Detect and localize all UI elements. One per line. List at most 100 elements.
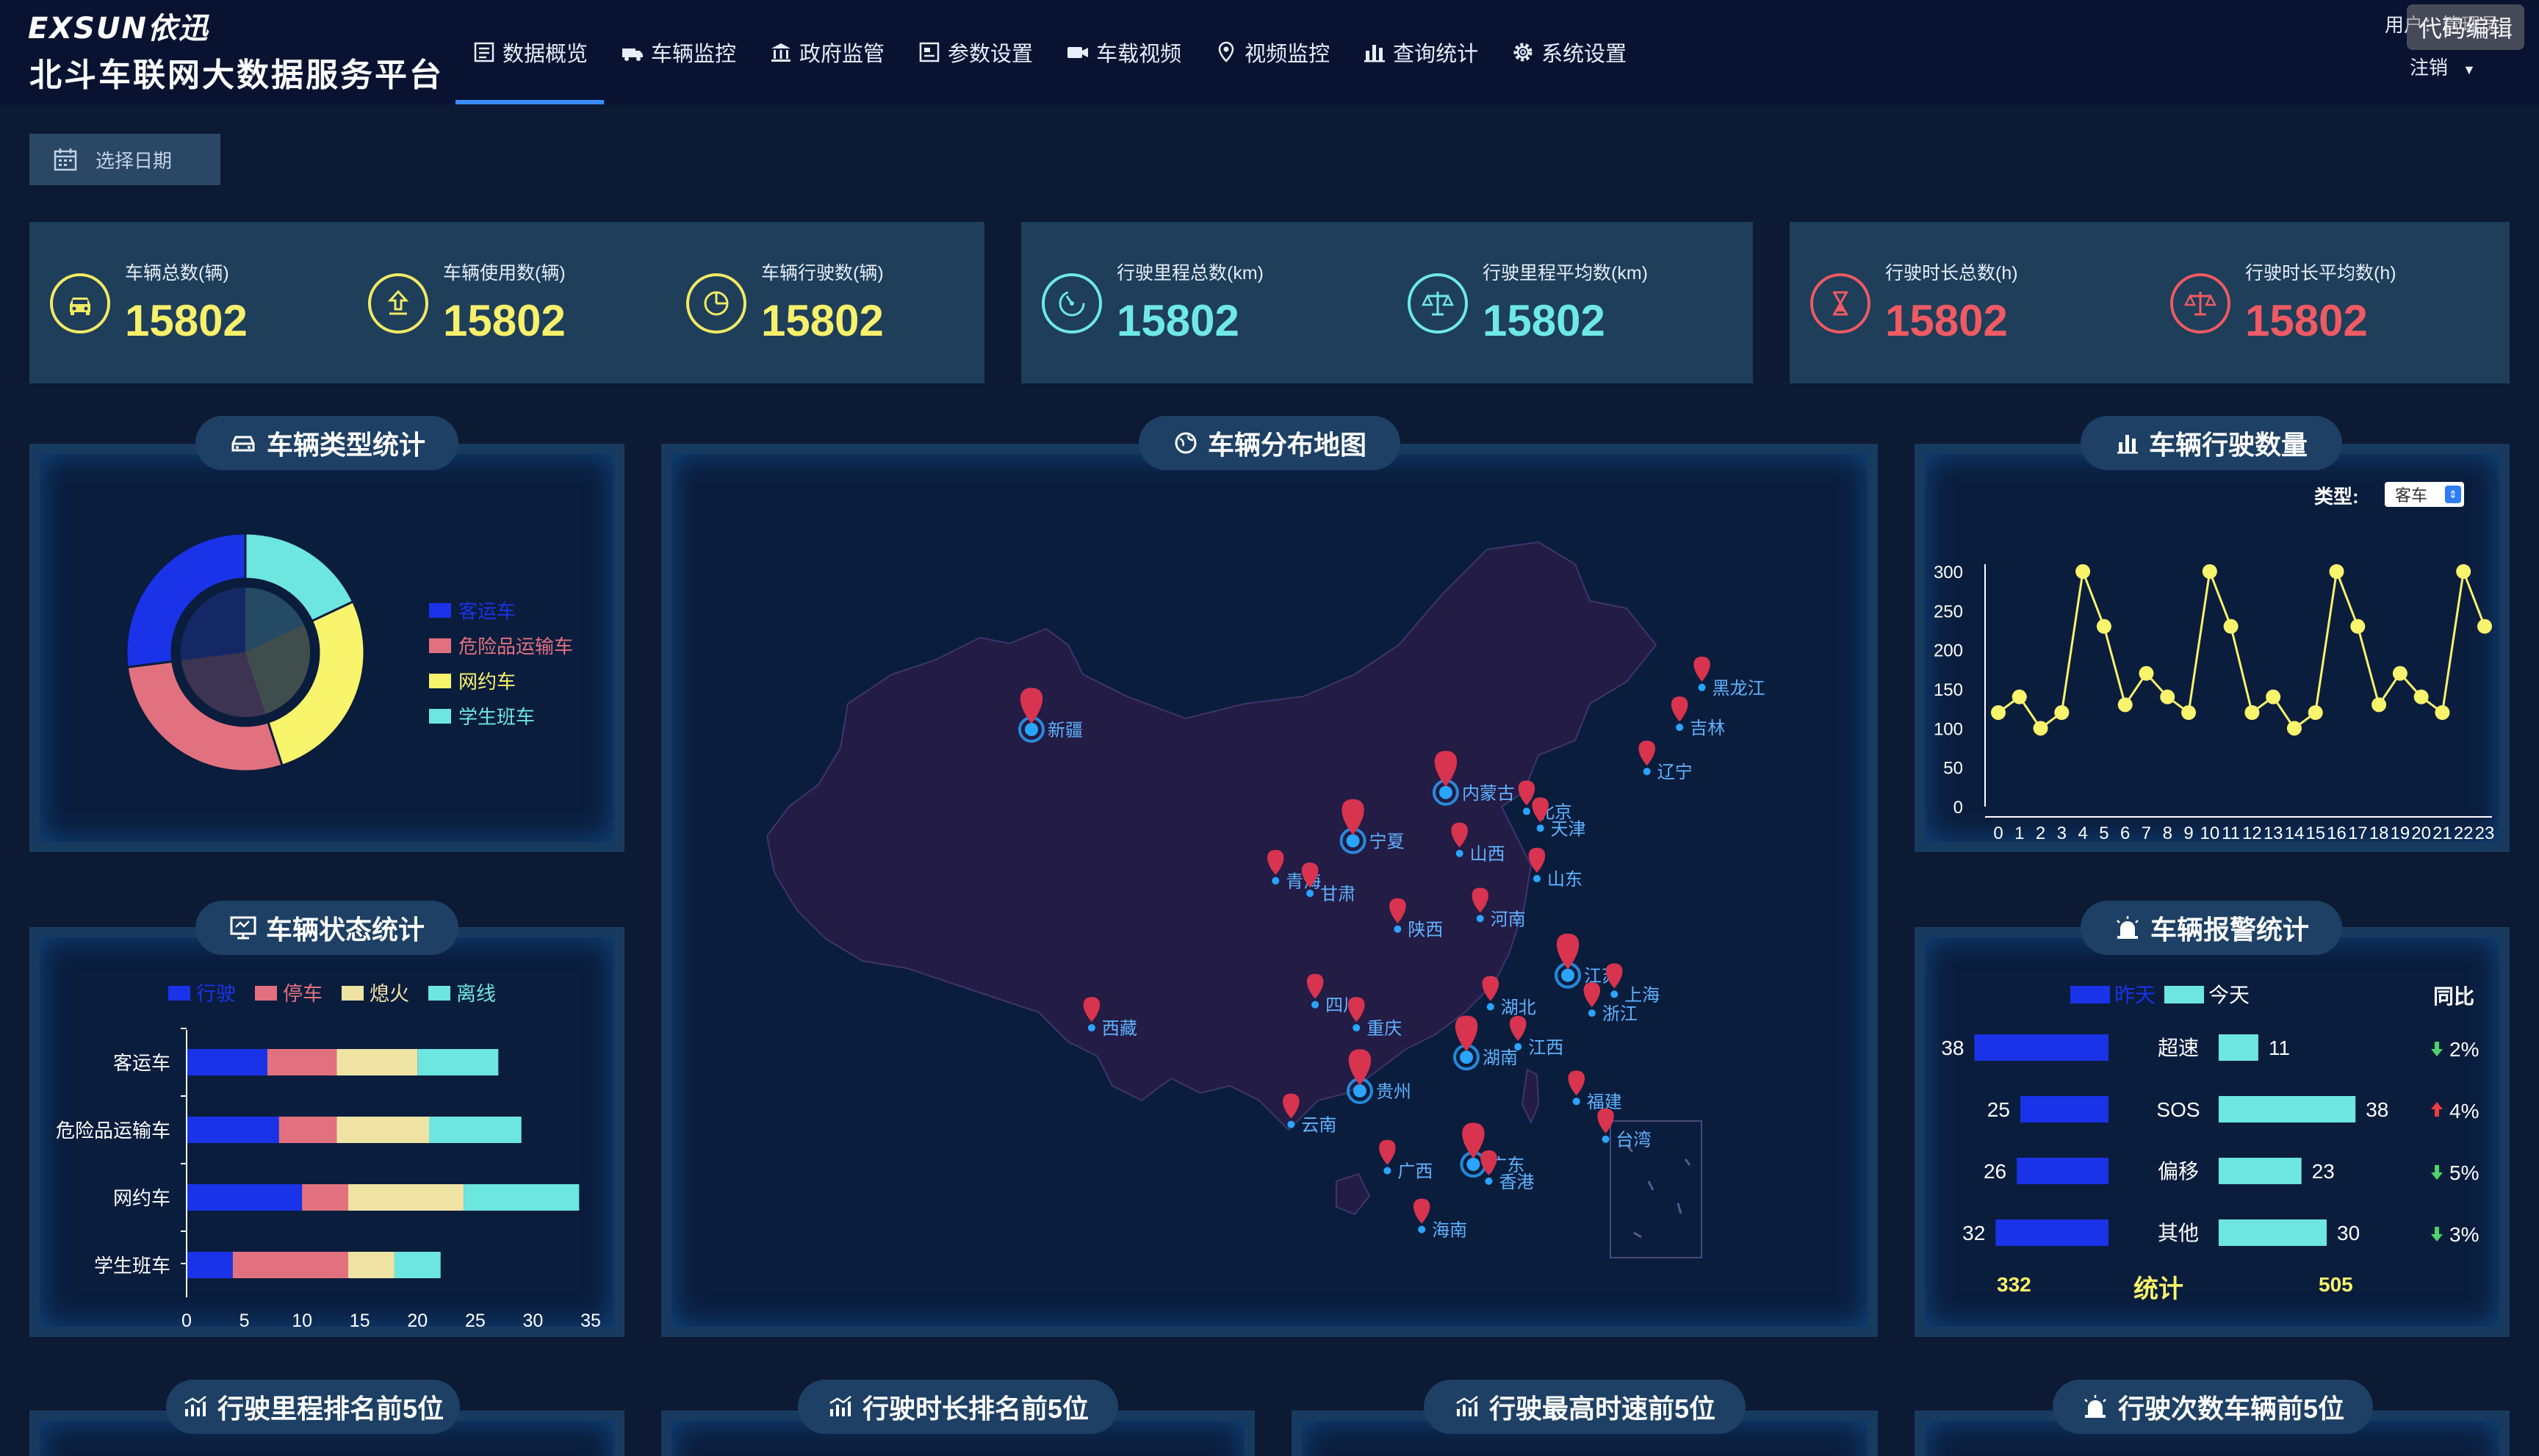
- data-point[interactable]: [2139, 666, 2154, 681]
- bar-segment[interactable]: [187, 1252, 233, 1278]
- data-point[interactable]: [2096, 619, 2111, 634]
- map-pin-icon: [1518, 780, 1535, 806]
- map-marker-27[interactable]: 广西: [1379, 1139, 1433, 1182]
- location-dot: [1536, 824, 1544, 832]
- nav-item-parameter-settings[interactable]: 参数设置: [901, 0, 1049, 104]
- province-label: 香港: [1499, 1172, 1534, 1192]
- legend-item[interactable]: 危险品运输车: [429, 632, 573, 659]
- nav-item-gov-supervision[interactable]: 政府监管: [752, 0, 901, 104]
- panel-title-text: 车辆类型统计: [266, 430, 425, 460]
- bar-today[interactable]: [2219, 1096, 2356, 1122]
- bar-segment[interactable]: [348, 1184, 464, 1211]
- data-point[interactable]: [2033, 721, 2048, 736]
- map-marker-26[interactable]: 台湾: [1597, 1108, 1652, 1150]
- data-point[interactable]: [2329, 564, 2344, 579]
- bar-segment[interactable]: [187, 1049, 267, 1075]
- bar-segment[interactable]: [464, 1184, 580, 1211]
- nav-item-query-statistics[interactable]: 查询统计: [1346, 0, 1494, 104]
- alarm-siren-icon: [2084, 1395, 2106, 1418]
- bar-segment[interactable]: [336, 1117, 429, 1143]
- china-vehicle-distribution-map[interactable]: 新疆西藏青海甘肃宁夏内蒙古黑龙江吉林辽宁北京天津山西山东陕西河南四川重庆湖北江苏…: [671, 454, 1868, 1327]
- date-picker[interactable]: 选择日期: [29, 134, 220, 185]
- map-marker-17[interactable]: 湖北: [1482, 976, 1536, 1018]
- data-point[interactable]: [2223, 619, 2239, 634]
- trend-chart-icon: [829, 1396, 851, 1416]
- x-tick-label: 14: [2285, 823, 2305, 842]
- legend-item[interactable]: 学生班车: [429, 702, 535, 729]
- bar-segment[interactable]: [417, 1049, 499, 1075]
- nav-item-video-monitor[interactable]: 视频监控: [1198, 0, 1346, 104]
- nav-item-system-settings[interactable]: 系统设置: [1494, 0, 1643, 104]
- data-point[interactable]: [2266, 689, 2281, 704]
- data-point[interactable]: [2181, 705, 2197, 720]
- arrow-up-icon: [2431, 1102, 2443, 1117]
- data-point[interactable]: [2456, 564, 2471, 579]
- legend-item[interactable]: 客运车: [429, 597, 516, 624]
- map-marker-7[interactable]: 吉林: [1671, 696, 1725, 738]
- bar-segment[interactable]: [278, 1117, 337, 1143]
- stat-total-mileage: 行驶里程总数(km) 15802: [1021, 222, 1387, 383]
- nav-item-overview[interactable]: 数据概览: [455, 0, 605, 104]
- map-marker-8[interactable]: 辽宁: [1638, 740, 1693, 782]
- x-tick-label: 4: [2078, 823, 2087, 842]
- map-pin-icon: [1482, 976, 1499, 1001]
- data-point[interactable]: [2477, 619, 2492, 634]
- data-point[interactable]: [2392, 666, 2407, 681]
- data-point[interactable]: [2012, 689, 2027, 704]
- legend-label: 今天: [2208, 984, 2250, 1006]
- pie-clock-icon: [686, 273, 746, 334]
- data-point[interactable]: [2202, 564, 2217, 579]
- bar-yesterday[interactable]: [2020, 1096, 2108, 1122]
- province-label: 新疆: [1048, 721, 1083, 740]
- data-point[interactable]: [2308, 705, 2323, 720]
- legend-item[interactable]: 网约车: [429, 667, 516, 694]
- data-point[interactable]: [2413, 689, 2429, 704]
- logout-dropdown[interactable]: 注销 ▼: [2410, 53, 2476, 80]
- map-marker-30[interactable]: 海南: [1413, 1198, 1467, 1241]
- category-label: SOS: [2156, 1098, 2200, 1121]
- map-marker-19[interactable]: 上海: [1606, 963, 1660, 1005]
- bar-segment[interactable]: [429, 1117, 522, 1143]
- data-point[interactable]: [2350, 619, 2366, 634]
- map-marker-12[interactable]: 山东: [1528, 848, 1582, 890]
- legend-swatch: [168, 986, 190, 1001]
- map-marker-21[interactable]: 湖南: [1453, 1015, 1518, 1071]
- data-point[interactable]: [2371, 697, 2387, 713]
- vehicle-type-select[interactable]: 客车 ⇕: [2385, 482, 2464, 507]
- map-marker-25[interactable]: 福建: [1568, 1070, 1622, 1112]
- vehicle-type-panel: 客运车 危险品运输车 网约车 学生班车: [29, 444, 624, 852]
- data-point[interactable]: [2117, 697, 2133, 713]
- yoy-value: 4%: [2449, 1100, 2479, 1122]
- data-point[interactable]: [2160, 689, 2175, 704]
- bar-segment[interactable]: [187, 1184, 303, 1211]
- bar-segment[interactable]: [232, 1252, 348, 1278]
- data-point[interactable]: [2054, 705, 2070, 720]
- bar-segment[interactable]: [336, 1049, 418, 1075]
- y-tick-label: 0: [1953, 798, 1963, 818]
- monitor-icon: [230, 916, 256, 940]
- panel-title-text: 行驶次数车辆前5位: [2117, 1394, 2345, 1424]
- bar-today[interactable]: [2219, 1158, 2302, 1184]
- stat-card-mileage: 行驶里程总数(km) 15802 行驶里程平均数(km) 15802: [1021, 222, 1753, 383]
- bar-segment[interactable]: [302, 1184, 348, 1211]
- map-pin-icon: [1671, 696, 1688, 722]
- nav-item-vehicle-video[interactable]: 车载视频: [1049, 0, 1198, 104]
- bar-yesterday[interactable]: [1995, 1219, 2108, 1246]
- bar-today[interactable]: [2219, 1219, 2327, 1246]
- data-point[interactable]: [2286, 721, 2302, 736]
- bar-yesterday[interactable]: [1974, 1034, 2108, 1061]
- data-point[interactable]: [1991, 705, 2006, 720]
- bar-today[interactable]: [2219, 1034, 2258, 1061]
- bar-yesterday[interactable]: [2017, 1158, 2108, 1184]
- bar-segment[interactable]: [394, 1252, 441, 1278]
- bar-segment[interactable]: [187, 1117, 279, 1143]
- data-point[interactable]: [2435, 705, 2450, 720]
- bar-segment[interactable]: [267, 1049, 337, 1075]
- data-point[interactable]: [2075, 564, 2091, 579]
- pulse-dot: [1346, 834, 1360, 848]
- legend-label: 危险品运输车: [458, 635, 574, 657]
- bar-segment[interactable]: [348, 1252, 395, 1278]
- nav-item-vehicle-monitor[interactable]: 车辆监控: [604, 0, 752, 104]
- map-marker-6[interactable]: 黑龙江: [1693, 656, 1765, 699]
- data-point[interactable]: [2244, 705, 2260, 720]
